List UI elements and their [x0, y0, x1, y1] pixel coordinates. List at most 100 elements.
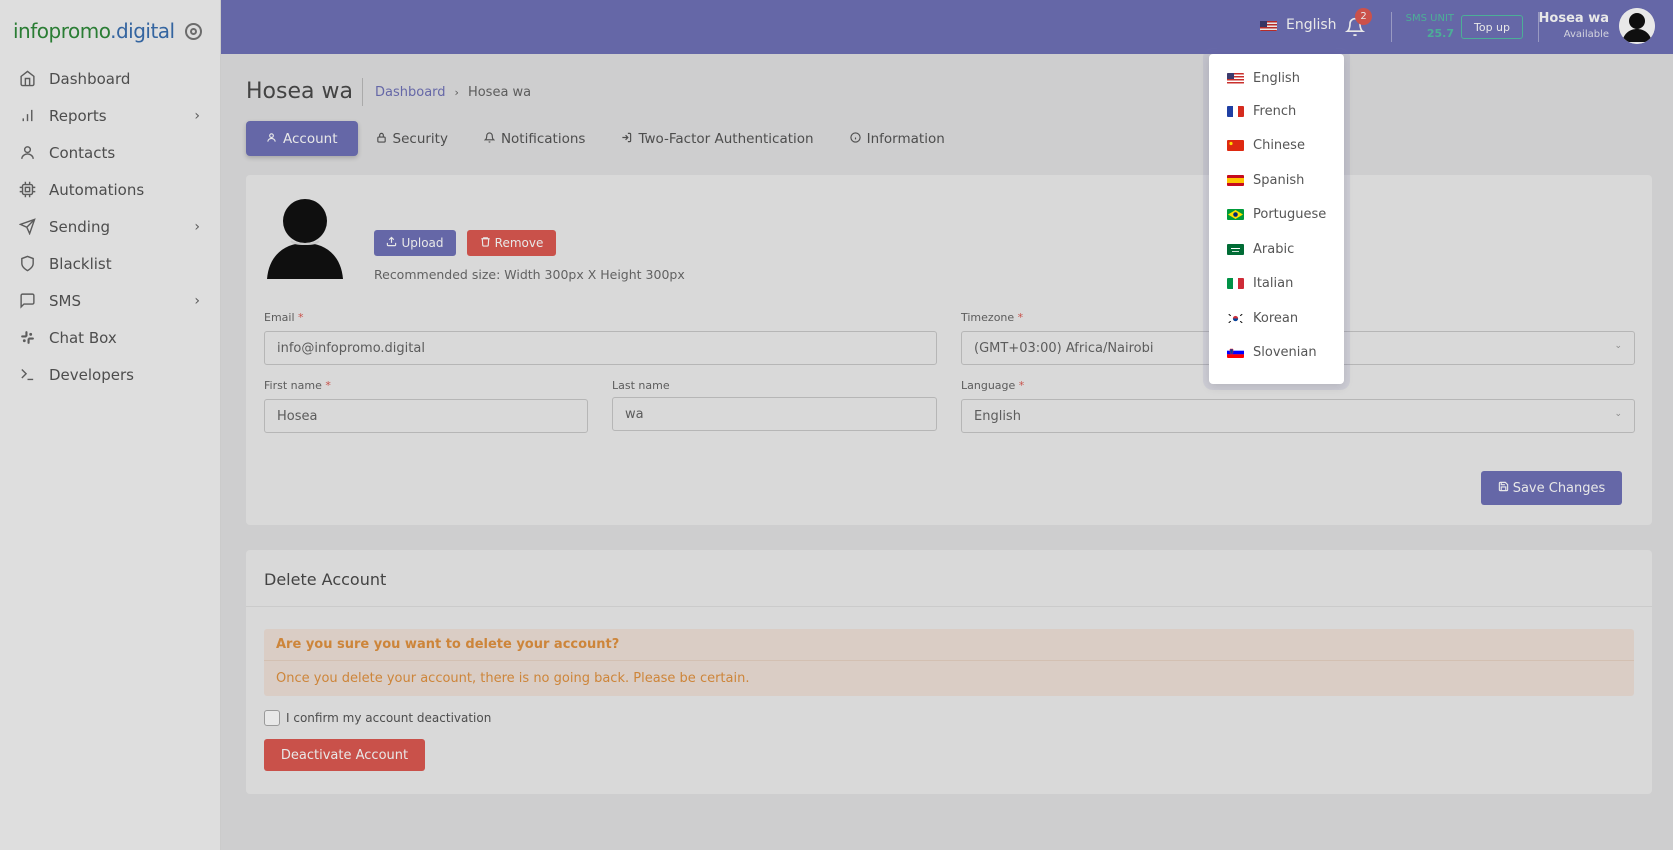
language-option-arabic[interactable]: Arabic: [1209, 234, 1344, 264]
account-card: Upload Remove Recommended size: Width 30…: [246, 175, 1652, 525]
language-option-chinese[interactable]: Chinese: [1209, 130, 1344, 160]
save-changes-button[interactable]: Save Changes: [1481, 471, 1622, 505]
last-name-value: wa: [625, 406, 644, 422]
sidebar-toggle-icon[interactable]: [185, 23, 202, 40]
language-option-label: Arabic: [1253, 241, 1295, 257]
upload-button[interactable]: Upload: [374, 230, 456, 256]
notification-count-badge: 2: [1355, 8, 1372, 25]
es-flag-icon: [1227, 174, 1244, 186]
language-value: English: [974, 408, 1021, 424]
fr-flag-icon: [1227, 105, 1244, 117]
first-name-value: Hosea: [277, 408, 318, 424]
delete-warning-alert: Are you sure you want to delete your acc…: [264, 629, 1634, 696]
card-divider: [246, 606, 1652, 607]
language-option-english[interactable]: English: [1209, 63, 1344, 93]
language-option-spanish[interactable]: Spanish: [1209, 165, 1344, 195]
breadcrumb-dashboard-link[interactable]: Dashboard: [375, 85, 446, 100]
top-navbar: [221, 0, 1673, 54]
home-icon: [18, 70, 36, 88]
si-flag-icon: [1227, 346, 1244, 358]
user-status: Available: [1563, 29, 1609, 40]
language-option-korean[interactable]: Korean: [1209, 303, 1344, 333]
avatar[interactable]: [1619, 8, 1655, 44]
it-flag-icon: [1227, 277, 1244, 289]
language-dropdown-menu: English French Chinese Spanish Portugues…: [1209, 54, 1344, 384]
tab-account[interactable]: Account: [246, 121, 358, 156]
tab-label: Notifications: [500, 130, 586, 147]
first-name-label-text: First name: [264, 379, 322, 392]
required-marker: *: [298, 311, 304, 324]
app-logo[interactable]: infopromo.digital: [13, 19, 175, 43]
sidebar-item-label: SMS: [49, 291, 81, 310]
account-tabs: Account Security Notifications Two-Facto…: [246, 121, 963, 156]
sidebar-item-blacklist[interactable]: Blacklist: [0, 245, 220, 282]
sidebar-item-label: Blacklist: [49, 254, 112, 273]
remove-button[interactable]: Remove: [467, 230, 556, 256]
chevron-right-icon: ›: [454, 86, 459, 99]
timezone-label-text: Timezone: [961, 311, 1015, 324]
sms-unit-value: 25.7: [1426, 27, 1454, 40]
email-value: info@infopromo.digital: [277, 340, 425, 356]
language-option-label: Chinese: [1253, 137, 1305, 153]
remove-button-label: Remove: [494, 236, 544, 250]
required-marker: *: [1018, 379, 1025, 392]
trash-icon: [480, 236, 491, 250]
language-option-slovenian[interactable]: Slovenian: [1209, 337, 1344, 367]
topbar-divider: [1391, 12, 1392, 42]
shield-icon: [18, 255, 36, 273]
user-name[interactable]: Hosea wa: [1530, 11, 1609, 26]
tab-two-factor[interactable]: Two-Factor Authentication: [603, 121, 831, 156]
alert-body: Once you delete your account, there is n…: [276, 671, 750, 686]
tab-security[interactable]: Security: [358, 121, 466, 156]
send-icon: [18, 218, 36, 236]
language-option-italian[interactable]: Italian: [1209, 268, 1344, 298]
save-icon: [1498, 481, 1509, 496]
sidebar-item-developers[interactable]: Developers: [0, 356, 220, 393]
sidebar-item-label: Dashboard: [49, 69, 131, 88]
deactivate-account-button[interactable]: Deactivate Account: [264, 739, 425, 771]
email-label-text: Email: [264, 311, 295, 324]
tab-label: Two-Factor Authentication: [638, 130, 814, 147]
current-language-label: English: [1286, 17, 1337, 33]
user-icon: [18, 144, 36, 162]
first-name-field[interactable]: Hosea: [264, 399, 588, 433]
alert-heading: Are you sure you want to delete your acc…: [276, 637, 620, 652]
language-option-portuguese[interactable]: Portuguese: [1209, 199, 1344, 229]
terminal-icon: [18, 366, 36, 384]
chevron-right-icon: ›: [194, 293, 200, 309]
user-icon: [266, 132, 277, 146]
breadcrumb-divider: [362, 78, 363, 106]
language-label-text: Language: [961, 379, 1016, 392]
sidebar-item-contacts[interactable]: Contacts: [0, 134, 220, 171]
language-switcher-button[interactable]: English: [1260, 17, 1337, 33]
timezone-label: Timezone *: [961, 311, 1023, 324]
email-field[interactable]: info@infopromo.digital: [264, 331, 937, 365]
sidebar-item-automations[interactable]: Automations: [0, 171, 220, 208]
tab-label: Security: [392, 130, 448, 147]
alert-divider: [264, 660, 1634, 661]
lock-icon: [376, 132, 387, 146]
us-flag-icon: [1260, 20, 1277, 31]
sidebar-item-sms[interactable]: SMS ›: [0, 282, 220, 319]
last-name-field[interactable]: wa: [612, 397, 937, 431]
sidebar-item-reports[interactable]: Reports ›: [0, 97, 220, 134]
language-option-french[interactable]: French: [1209, 96, 1344, 126]
tab-information[interactable]: Information: [832, 121, 963, 156]
confirm-deactivation-label[interactable]: I confirm my account deactivation: [286, 711, 491, 725]
log-in-icon: [621, 132, 632, 146]
save-changes-label: Save Changes: [1512, 480, 1606, 496]
tab-notifications[interactable]: Notifications: [466, 121, 604, 156]
sidebar-item-dashboard[interactable]: Dashboard: [0, 60, 220, 97]
sidebar: infopromo.digital Dashboard Reports › Co…: [0, 0, 221, 850]
language-select[interactable]: English ⌄: [961, 399, 1635, 433]
sidebar-item-chat-box[interactable]: Chat Box: [0, 319, 220, 356]
confirm-deactivation-checkbox[interactable]: [264, 710, 280, 726]
kr-flag-icon: [1227, 312, 1244, 324]
sidebar-item-sending[interactable]: Sending ›: [0, 208, 220, 245]
timezone-value: (GMT+03:00) Africa/Nairobi: [974, 340, 1154, 356]
language-option-label: Korean: [1253, 310, 1299, 326]
chevron-right-icon: ›: [194, 108, 200, 124]
logo-text-domain: .digital: [110, 19, 175, 43]
slack-icon: [18, 329, 36, 347]
top-up-button[interactable]: Top up: [1461, 15, 1523, 39]
